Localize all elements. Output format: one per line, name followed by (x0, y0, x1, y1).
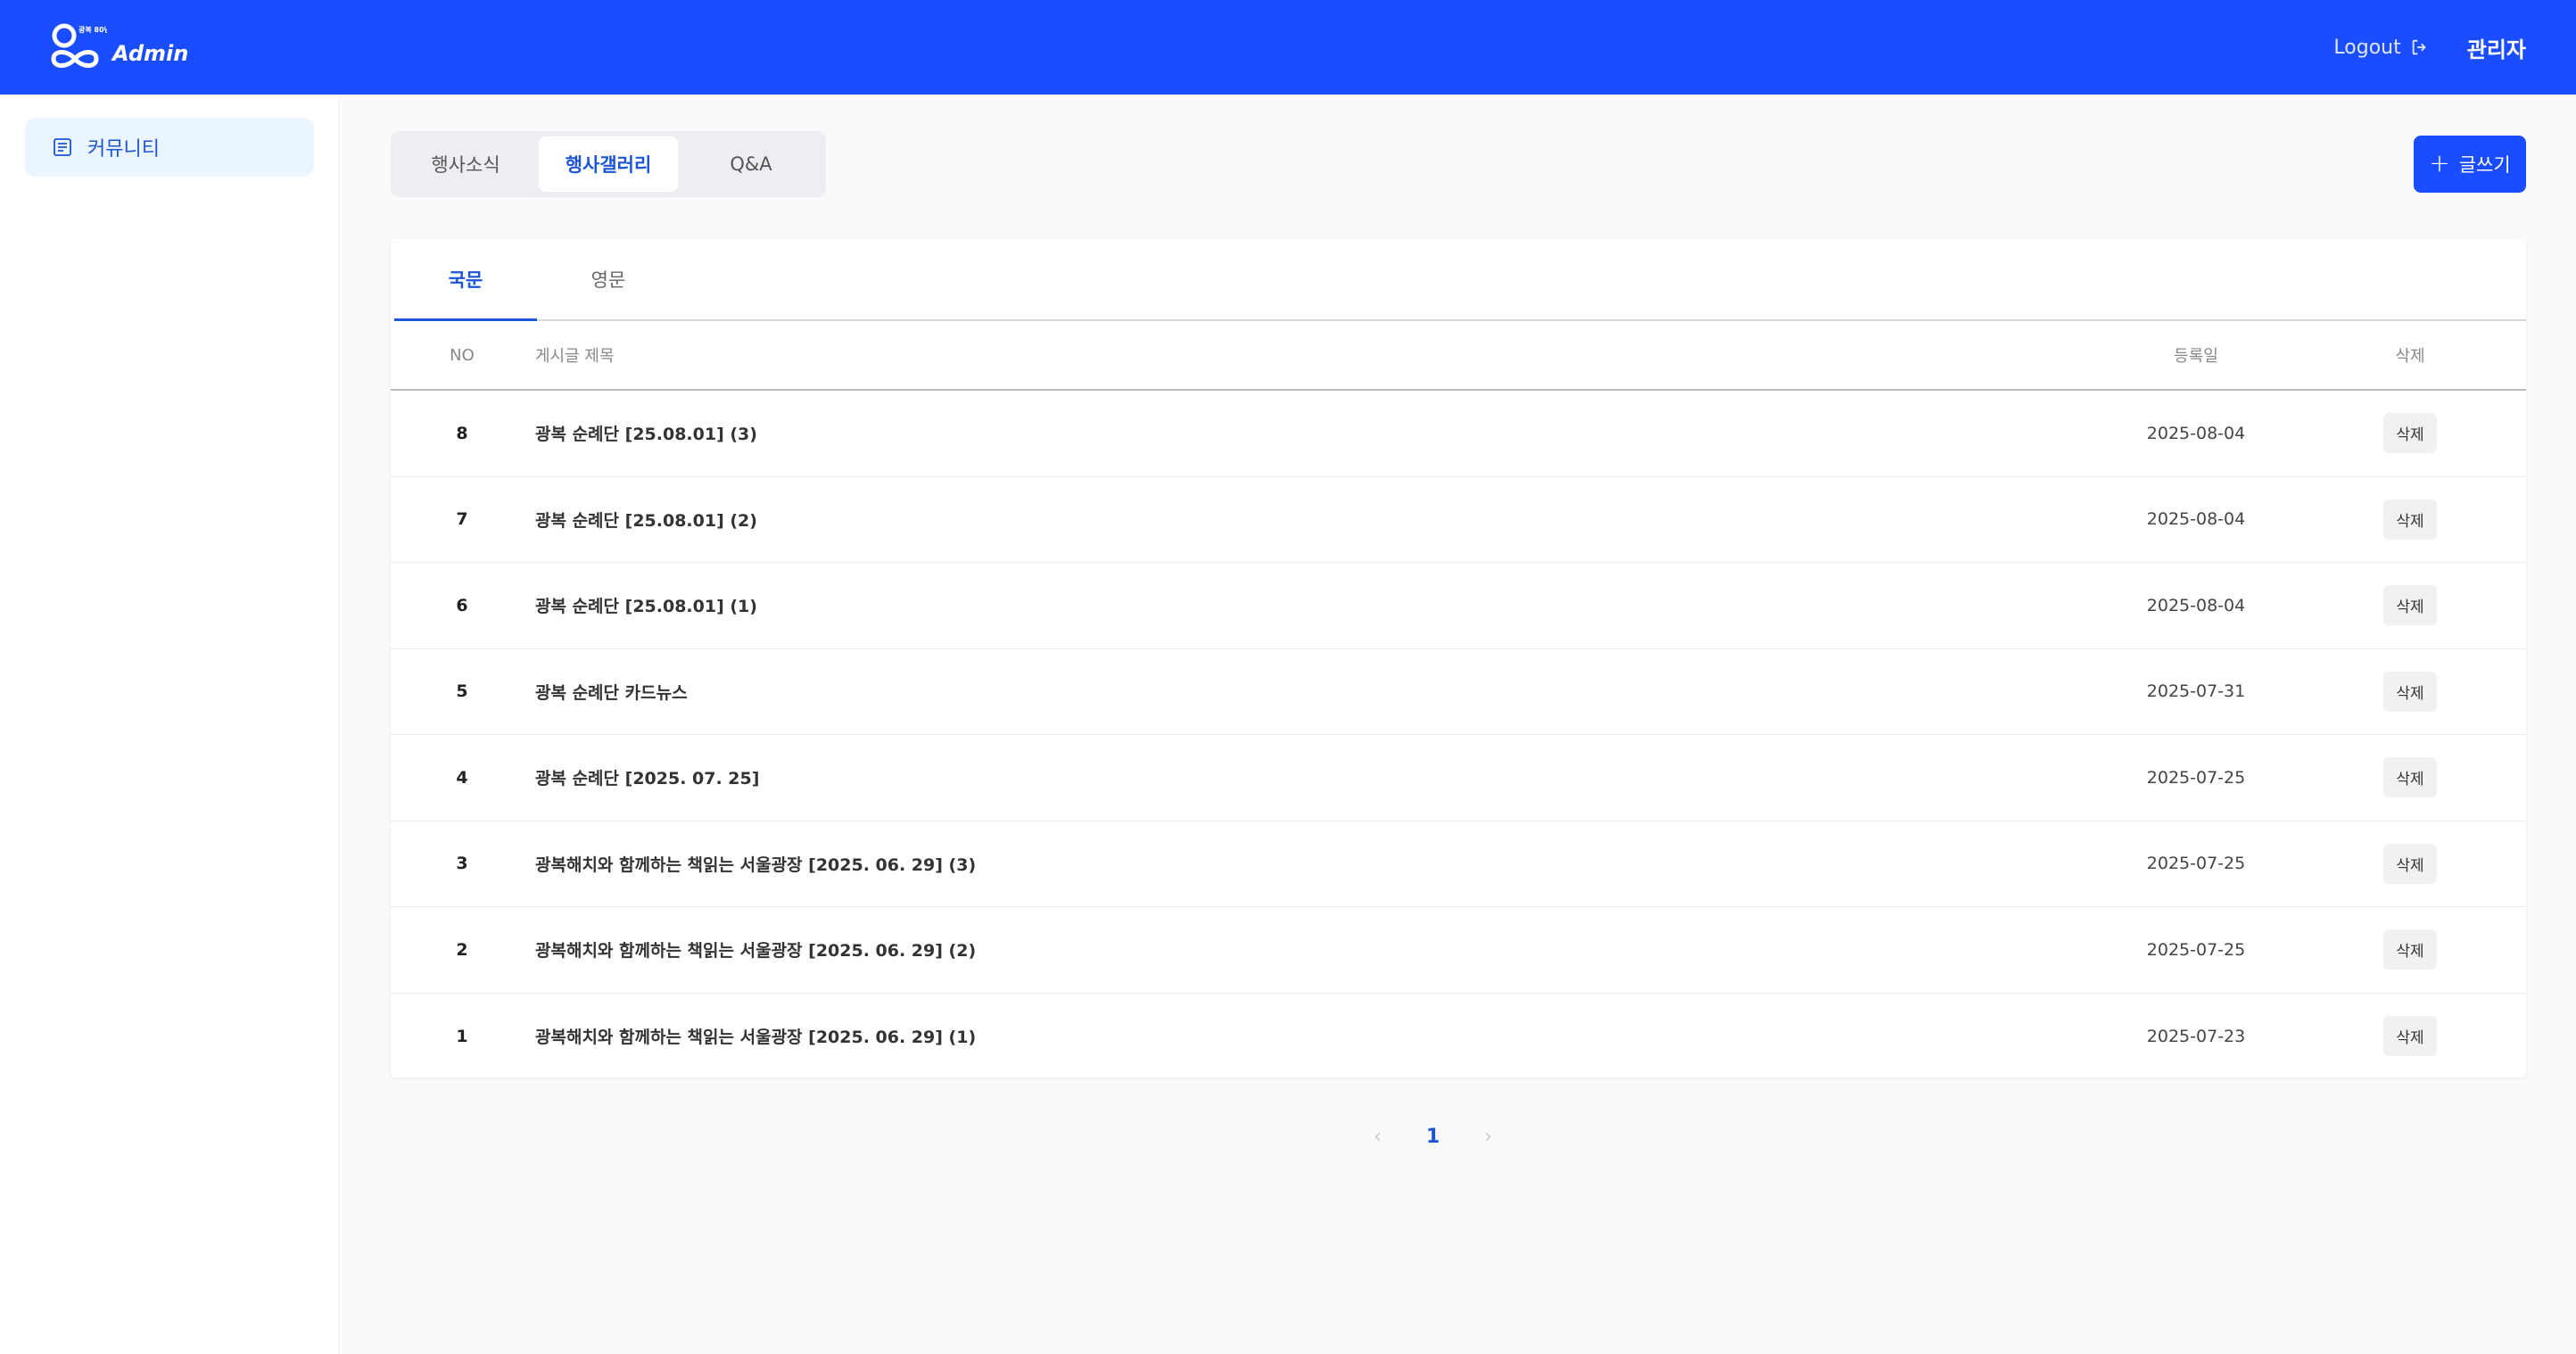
tab-english[interactable]: 영문 (537, 239, 680, 319)
column-header-no: NO (450, 345, 475, 365)
delete-button[interactable]: 삭제 (2383, 929, 2437, 970)
tab-event-news[interactable]: 행사소식 (396, 136, 535, 192)
document-list-icon (54, 138, 71, 156)
table-row[interactable]: 2 광복해치와 함께하는 책읽는 서울광장 [2025. 06. 29] (2)… (391, 907, 2526, 994)
row-date: 2025-08-04 (2146, 595, 2246, 615)
row-title[interactable]: 광복 순례단 [25.08.01] (3) (533, 421, 2098, 445)
row-number: 2 (456, 939, 468, 960)
logout-label: Logout (2333, 36, 2401, 59)
row-number: 7 (456, 509, 468, 530)
table-row[interactable]: 1 광복해치와 함께하는 책읽는 서울광장 [2025. 06. 29] (1)… (391, 994, 2526, 1080)
logo-text: Admin (112, 41, 189, 66)
post-list-card: 국문 영문 NO 게시글 제목 등록일 삭제 8 광복 순례단 [25.08.0… (391, 239, 2526, 1077)
row-number: 1 (456, 1026, 468, 1046)
table-row[interactable]: 8 광복 순례단 [25.08.01] (3) 2025-08-04 삭제 (391, 391, 2526, 477)
sidebar: 커뮤니티 (0, 95, 339, 1354)
user-name: 관리자 (2466, 37, 2526, 62)
logo-badge-text: 광복 80년 (78, 25, 107, 34)
table-row[interactable]: 6 광복 순례단 [25.08.01] (1) 2025-08-04 삭제 (391, 563, 2526, 649)
table-row[interactable]: 3 광복해치와 함께하는 책읽는 서울광장 [2025. 06. 29] (3)… (391, 821, 2526, 907)
delete-button[interactable]: 삭제 (2383, 671, 2437, 712)
delete-button[interactable]: 삭제 (2383, 413, 2437, 454)
tab-korean[interactable]: 국문 (394, 239, 537, 321)
row-title[interactable]: 광복해치와 함께하는 책읽는 서울광장 [2025. 06. 29] (1) (533, 1024, 2098, 1048)
row-title[interactable]: 광복 순례단 카드뉴스 (533, 680, 2098, 704)
table-row[interactable]: 7 광복 순례단 [25.08.01] (2) 2025-08-04 삭제 (391, 477, 2526, 563)
table-row[interactable]: 5 광복 순례단 카드뉴스 2025-07-31 삭제 (391, 649, 2526, 735)
plus-icon: + (2429, 147, 2450, 178)
delete-button[interactable]: 삭제 (2383, 843, 2437, 884)
column-header-title: 게시글 제목 (535, 347, 615, 366)
row-date: 2025-07-25 (2146, 767, 2246, 788)
row-date: 2025-07-25 (2146, 939, 2246, 960)
logo[interactable]: 광복 80년 Admin (48, 21, 188, 74)
write-button-label: 글쓰기 (2458, 154, 2511, 176)
next-page-icon[interactable]: › (1484, 1126, 1492, 1148)
row-number: 6 (456, 595, 468, 615)
row-date: 2025-08-04 (2146, 423, 2246, 443)
write-post-button[interactable]: + 글쓰기 (2414, 136, 2526, 193)
delete-button[interactable]: 삭제 (2383, 499, 2437, 540)
row-date: 2025-08-04 (2146, 509, 2246, 530)
pagination: ‹ 1 › (1374, 1126, 1492, 1148)
prev-page-icon[interactable]: ‹ (1374, 1126, 1382, 1148)
row-date: 2025-07-23 (2146, 1026, 2246, 1046)
page-number-current[interactable]: 1 (1426, 1126, 1440, 1148)
row-number: 8 (456, 423, 468, 443)
table-body: 8 광복 순례단 [25.08.01] (3) 2025-08-04 삭제 7 … (391, 391, 2526, 1079)
table-header: NO 게시글 제목 등록일 삭제 (391, 321, 2526, 391)
row-title[interactable]: 광복해치와 함께하는 책읽는 서울광장 [2025. 06. 29] (2) (533, 937, 2098, 962)
logout-icon (2412, 39, 2426, 55)
row-title[interactable]: 광복 순례단 [2025. 07. 25] (533, 765, 2098, 789)
row-number: 5 (456, 681, 468, 702)
logo-mark-icon: 광복 80년 (51, 23, 107, 68)
row-title[interactable]: 광복해치와 함께하는 책읽는 서울광장 [2025. 06. 29] (3) (533, 852, 2098, 876)
language-tabs: 국문 영문 (394, 239, 2526, 321)
delete-button[interactable]: 삭제 (2383, 585, 2437, 626)
sidebar-item-label: 커뮤니티 (87, 138, 160, 161)
row-title[interactable]: 광복 순례단 [25.08.01] (2) (533, 508, 2098, 532)
tab-qna[interactable]: Q&A (681, 136, 821, 192)
row-number: 4 (456, 767, 468, 788)
row-date: 2025-07-31 (2146, 681, 2246, 702)
row-number: 3 (456, 854, 468, 874)
column-header-date: 등록일 (2174, 347, 2218, 366)
table-row[interactable]: 4 광복 순례단 [2025. 07. 25] 2025-07-25 삭제 (391, 735, 2526, 821)
category-tabs: 행사소식 행사갤러리 Q&A (391, 131, 826, 197)
top-header: 광복 80년 Admin Logout 관리자 (0, 0, 2576, 95)
row-date: 2025-07-25 (2146, 854, 2246, 874)
delete-button[interactable]: 삭제 (2383, 757, 2437, 798)
row-title[interactable]: 광복 순례단 [25.08.01] (1) (533, 593, 2098, 617)
delete-button[interactable]: 삭제 (2383, 1016, 2437, 1057)
sidebar-item-community[interactable]: 커뮤니티 (25, 118, 314, 177)
logout-button[interactable]: Logout (2333, 37, 2429, 59)
tab-event-gallery[interactable]: 행사갤러리 (539, 136, 678, 192)
column-header-delete: 삭제 (2395, 347, 2425, 366)
